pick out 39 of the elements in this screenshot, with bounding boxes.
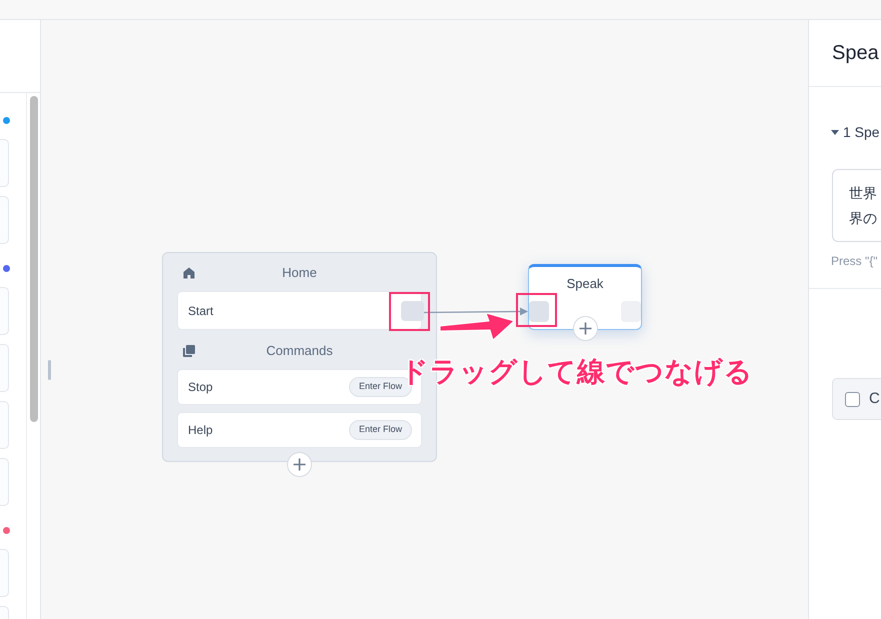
input-port[interactable] bbox=[529, 301, 549, 322]
node-title: Speak bbox=[566, 275, 604, 293]
row-label: Stop bbox=[188, 379, 213, 396]
checkbox-row[interactable]: C bbox=[832, 378, 881, 420]
add-button[interactable] bbox=[287, 452, 312, 477]
row-label: Help bbox=[188, 422, 213, 439]
checkbox-label: C bbox=[869, 388, 880, 409]
plus-icon bbox=[579, 322, 592, 335]
sidebar-card[interactable] bbox=[0, 139, 9, 187]
output-port[interactable] bbox=[621, 301, 641, 322]
resize-handle[interactable] bbox=[48, 360, 51, 380]
command-row[interactable]: Help Enter Flow bbox=[177, 412, 422, 448]
section-toggle[interactable]: 1 Spe bbox=[831, 124, 881, 141]
highlight-frame bbox=[389, 292, 430, 331]
text-line: 世界 bbox=[849, 184, 878, 203]
sidebar-card[interactable] bbox=[0, 549, 9, 597]
home-icon bbox=[183, 267, 195, 279]
flow-row[interactable]: Start bbox=[177, 291, 422, 330]
sidebar-card[interactable] bbox=[0, 344, 9, 392]
hint-text: Press "{" bbox=[831, 254, 879, 269]
sidebar-card[interactable] bbox=[0, 287, 9, 335]
plus-icon bbox=[293, 458, 306, 471]
output-port[interactable] bbox=[401, 300, 424, 320]
text-line: 界の bbox=[849, 209, 878, 228]
enter-flow-button[interactable]: Enter Flow bbox=[348, 420, 412, 440]
speak-node[interactable]: Speak bbox=[528, 264, 642, 330]
scrollbar-thumb[interactable] bbox=[30, 96, 38, 422]
stacked-pages-icon bbox=[183, 344, 195, 356]
sidebar-card[interactable] bbox=[0, 401, 9, 449]
sidebar-card[interactable] bbox=[0, 196, 9, 244]
row-label: Start bbox=[188, 302, 214, 320]
panel-title: Spea bbox=[832, 41, 879, 66]
section-title: Commands bbox=[266, 342, 333, 360]
add-button[interactable] bbox=[573, 316, 598, 341]
sidebar-card[interactable] bbox=[0, 458, 9, 506]
section-title: Home bbox=[282, 264, 317, 282]
checkbox[interactable] bbox=[845, 392, 860, 406]
highlight-frame bbox=[516, 293, 557, 327]
text-area-field[interactable]: 世界 界の bbox=[832, 169, 881, 242]
